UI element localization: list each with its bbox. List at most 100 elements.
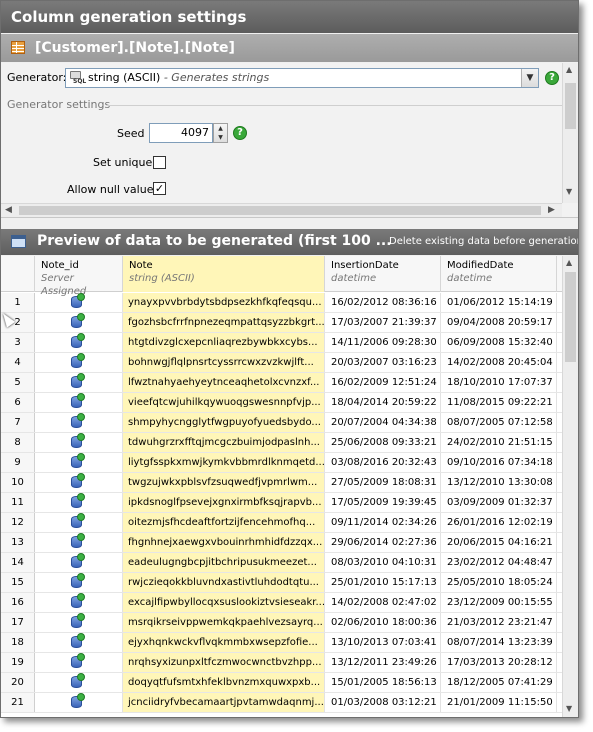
note-cell[interactable]: vieefqtcwjuhilkqywuoqgswesnnpfvjp...: [123, 393, 325, 412]
note-cell[interactable]: shmpyhycngglytfwgpuyofyuedsbydo...: [123, 413, 325, 432]
modified-date-cell[interactable]: 23/02/2012 04:48:47: [441, 553, 557, 572]
note-cell[interactable]: ynayxpvvbrbdytsbdpsezkhfkqfeqsqu...: [123, 293, 325, 312]
scroll-thumb[interactable]: [19, 206, 541, 215]
column-header-modified-date[interactable]: ModifiedDate datetime: [441, 256, 557, 292]
table-row[interactable]: 12 oitezmjsfhcdeaftfortzijfencehmofhq... 0…: [1, 513, 562, 533]
table-row[interactable]: 11 ipkdsnoglfpsevejxgnxirmbfksqjrapvb... 1…: [1, 493, 562, 513]
row-number[interactable]: 7: [1, 413, 35, 432]
table-row[interactable]: 14 eadeulugngbcpjitbchripusukmeezet... 08/…: [1, 553, 562, 573]
note-cell[interactable]: fhgnhnejxaewgxvbouinrhmhidfdzzqx...: [123, 533, 325, 552]
modified-date-cell[interactable]: 11/08/2015 09:22:21: [441, 393, 557, 412]
note-id-cell[interactable]: [35, 513, 123, 532]
insertion-date-cell[interactable]: 20/03/2007 03:16:23: [325, 353, 441, 372]
table-row[interactable]: 20 doqyqtfufsmtxhfeklbvnzmxquwxpxb... 15/0…: [1, 673, 562, 693]
generator-select[interactable]: SQL string (ASCII) - Generates strings ▼: [65, 68, 539, 88]
scroll-up-icon[interactable]: ▲: [566, 65, 572, 74]
note-id-cell[interactable]: [35, 453, 123, 472]
chevron-down-icon[interactable]: ▼: [521, 69, 538, 87]
allow-null-checkbox[interactable]: ✓: [153, 182, 166, 195]
note-id-cell[interactable]: [35, 293, 123, 312]
note-cell[interactable]: doqyqtfufsmtxhfeklbvnzmxquwxpxb...: [123, 673, 325, 692]
modified-date-cell[interactable]: 09/10/2016 07:34:18: [441, 453, 557, 472]
insertion-date-cell[interactable]: 17/05/2009 19:39:45: [325, 493, 441, 512]
help-icon[interactable]: ?: [545, 71, 559, 85]
note-id-cell[interactable]: [35, 593, 123, 612]
column-header-note[interactable]: Note string (ASCII): [123, 256, 325, 292]
table-row[interactable]: 17 msrqikrseivppwemkqkpaehlvezsayrq... 02/…: [1, 613, 562, 633]
modified-date-cell[interactable]: 21/03/2012 23:21:47: [441, 613, 557, 632]
insertion-date-cell[interactable]: 18/04/2014 20:59:22: [325, 393, 441, 412]
modified-date-cell[interactable]: 26/01/2016 12:02:19: [441, 513, 557, 532]
note-cell[interactable]: jcnciidryfvbecamaartjpvtamwdaqnmj...: [123, 693, 325, 712]
note-id-cell[interactable]: [35, 413, 123, 432]
note-id-cell[interactable]: [35, 673, 123, 692]
scroll-down-icon[interactable]: ▼: [566, 187, 572, 196]
insertion-date-cell[interactable]: 03/08/2016 20:32:43: [325, 453, 441, 472]
insertion-date-cell[interactable]: 02/06/2010 18:00:36: [325, 613, 441, 632]
table-row[interactable]: 4 bohnwgjflqlpnsrtcyssrrcwxzvzkwjlft... 20…: [1, 353, 562, 373]
row-number[interactable]: 11: [1, 493, 35, 512]
note-cell[interactable]: eadeulugngbcpjitbchripusukmeezet...: [123, 553, 325, 572]
note-cell[interactable]: nrqhsyxizunpxltfczmwocwnctbvzhpp...: [123, 653, 325, 672]
note-id-cell[interactable]: [35, 613, 123, 632]
modified-date-cell[interactable]: 14/02/2008 20:45:04: [441, 353, 557, 372]
modified-date-cell[interactable]: 08/07/2014 13:23:39: [441, 633, 557, 652]
table-row[interactable]: 2 fgozhsbcfrrfnpnezeqmpattqsyzzbkgrt... 17…: [1, 313, 562, 333]
row-number[interactable]: 4: [1, 353, 35, 372]
modified-date-cell[interactable]: 09/04/2008 20:59:17: [441, 313, 557, 332]
note-id-cell[interactable]: [35, 653, 123, 672]
modified-date-cell[interactable]: 20/06/2015 04:16:21: [441, 533, 557, 552]
insertion-date-cell[interactable]: 27/05/2009 18:08:31: [325, 473, 441, 492]
modified-date-cell[interactable]: 13/12/2010 13:30:08: [441, 473, 557, 492]
table-row[interactable]: 19 nrqhsyxizunpxltfczmwocwnctbvzhpp... 13/…: [1, 653, 562, 673]
note-id-cell[interactable]: [35, 493, 123, 512]
scroll-thumb[interactable]: [565, 272, 576, 362]
note-id-cell[interactable]: [35, 373, 123, 392]
row-number[interactable]: 12: [1, 513, 35, 532]
table-row[interactable]: 13 fhgnhnejxaewgxvbouinrhmhidfdzzqx... 29/…: [1, 533, 562, 553]
table-row[interactable]: 8 tdwuhgrzrxfftqjmcgczbuimjodpaslnh... 25/…: [1, 433, 562, 453]
scroll-left-icon[interactable]: ◀: [5, 204, 12, 217]
note-cell[interactable]: htgtdivzglcxepcnliaqrezbywbkxcybs...: [123, 333, 325, 352]
modified-date-cell[interactable]: 18/10/2010 17:07:37: [441, 373, 557, 392]
row-number[interactable]: 5: [1, 373, 35, 392]
row-number[interactable]: 16: [1, 593, 35, 612]
note-id-cell[interactable]: [35, 473, 123, 492]
insertion-date-cell[interactable]: 25/01/2010 15:17:13: [325, 573, 441, 592]
note-id-cell[interactable]: [35, 433, 123, 452]
scroll-up-icon[interactable]: ▲: [566, 258, 572, 267]
insertion-date-cell[interactable]: 29/06/2014 02:27:36: [325, 533, 441, 552]
set-unique-checkbox[interactable]: [153, 156, 166, 169]
insertion-date-cell[interactable]: 13/12/2011 23:49:26: [325, 653, 441, 672]
insertion-date-cell[interactable]: 08/03/2010 04:10:31: [325, 553, 441, 572]
settings-vertical-scrollbar[interactable]: ▲ ▼: [562, 63, 578, 203]
row-number[interactable]: 18: [1, 633, 35, 652]
seed-input[interactable]: 4097: [149, 123, 213, 143]
settings-horizontal-scrollbar[interactable]: ◀ ▶: [1, 203, 562, 217]
row-number[interactable]: 3: [1, 333, 35, 352]
insertion-date-cell[interactable]: 09/11/2014 02:34:26: [325, 513, 441, 532]
seed-help-icon[interactable]: ?: [233, 126, 247, 140]
modified-date-cell[interactable]: 18/12/2005 07:41:29: [441, 673, 557, 692]
table-row[interactable]: 18 ejyxhqnkwckvflvqkmmbxwsepzfofie... 13/1…: [1, 633, 562, 653]
modified-date-cell[interactable]: 01/06/2012 15:14:19: [441, 293, 557, 312]
scroll-thumb[interactable]: [565, 83, 576, 129]
modified-date-cell[interactable]: 23/12/2009 00:15:55: [441, 593, 557, 612]
modified-date-cell[interactable]: 06/09/2008 15:32:40: [441, 333, 557, 352]
note-id-cell[interactable]: [35, 313, 123, 332]
note-id-cell[interactable]: [35, 633, 123, 652]
table-row[interactable]: 9 liytgfsspkxmwjkymkvbbmrdlknmqetd... 03/0…: [1, 453, 562, 473]
note-cell[interactable]: tdwuhgrzrxfftqjmcgczbuimjodpaslnh...: [123, 433, 325, 452]
table-row[interactable]: 21 jcnciidryfvbecamaartjpvtamwdaqnmj... 01…: [1, 693, 562, 713]
row-number[interactable]: 20: [1, 673, 35, 692]
note-id-cell[interactable]: [35, 533, 123, 552]
row-number[interactable]: 6: [1, 393, 35, 412]
note-cell[interactable]: bohnwgjflqlpnsrtcyssrrcwxzvzkwjlft...: [123, 353, 325, 372]
row-number[interactable]: 1: [1, 293, 35, 312]
insertion-date-cell[interactable]: 01/03/2008 03:12:21: [325, 693, 441, 712]
note-cell[interactable]: excajlfipwbyllocqxsuslookiztvsieseakr...: [123, 593, 325, 612]
table-row[interactable]: 5 lfwztnahyaehyeytnceaqhetolxcvnzxf... 16/…: [1, 373, 562, 393]
note-cell[interactable]: fgozhsbcfrrfnpnezeqmpattqsyzzbkgrt...: [123, 313, 325, 332]
note-cell[interactable]: ejyxhqnkwckvflvqkmmbxwsepzfofie...: [123, 633, 325, 652]
note-cell[interactable]: ipkdsnoglfpsevejxgnxirmbfksqjrapvb...: [123, 493, 325, 512]
